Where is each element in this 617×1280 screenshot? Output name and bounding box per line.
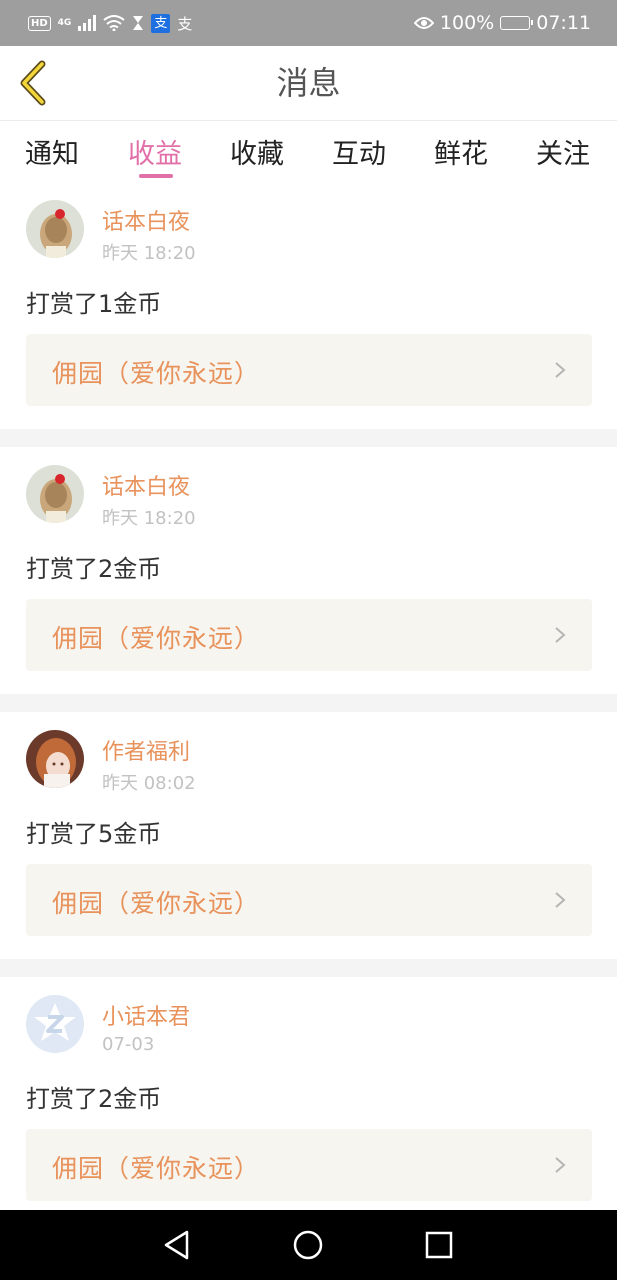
signal-icon <box>78 15 97 31</box>
chevron-right-icon <box>555 892 566 908</box>
battery-percent: 100% <box>439 12 495 34</box>
chevron-right-icon <box>555 627 566 643</box>
list-item: 小话本君 07-03 打赏了2金币 佣园（爱你永远） <box>0 977 617 1224</box>
message-text: 打赏了2金币 <box>26 555 162 583</box>
divider <box>0 429 617 447</box>
tab-bar: 通知 收益 收藏 互动 鲜花 关注 <box>0 122 617 182</box>
tab-interaction[interactable]: 互动 <box>332 132 386 171</box>
avatar[interactable] <box>26 995 84 1053</box>
z-logo-icon <box>26 995 84 1053</box>
username[interactable]: 作者福利 <box>102 734 190 766</box>
header: 消息 <box>0 46 617 121</box>
chevron-right-icon <box>555 362 566 378</box>
timestamp: 昨天 18:20 <box>102 508 196 529</box>
tab-flowers[interactable]: 鲜花 <box>434 132 488 171</box>
book-link[interactable]: 佣园（爱你永远） <box>26 599 592 671</box>
book-link[interactable]: 佣园（爱你永远） <box>26 864 592 936</box>
nav-home-icon[interactable] <box>291 1228 325 1262</box>
chevron-right-icon <box>555 1157 566 1173</box>
page-title: 消息 <box>276 64 341 102</box>
divider <box>0 694 617 712</box>
nav-recents-icon[interactable] <box>422 1228 456 1262</box>
system-nav-bar <box>0 1210 617 1280</box>
book-title: 佣园（爱你永远） <box>52 624 261 653</box>
hourglass-icon <box>133 16 144 30</box>
book-link[interactable]: 佣园（爱你永远） <box>26 1129 592 1201</box>
tab-notice[interactable]: 通知 <box>25 132 79 171</box>
divider <box>0 959 617 977</box>
timestamp: 07-03 <box>102 1034 155 1055</box>
message-text: 打赏了2金币 <box>26 1085 162 1113</box>
tab-favorites[interactable]: 收藏 <box>230 132 284 171</box>
active-tab-indicator <box>139 174 173 178</box>
anime-girl-icon <box>26 730 84 788</box>
avatar[interactable] <box>26 730 84 788</box>
message-list: 话本白夜 昨天 18:20 打赏了1金币 佣园（爱你永远） 话本白夜 昨天 18… <box>0 182 617 1224</box>
tab-follow[interactable]: 关注 <box>536 132 590 171</box>
girl-back-icon <box>26 465 84 523</box>
book-link[interactable]: 佣园（爱你永远） <box>26 334 592 406</box>
tab-earnings[interactable]: 收益 <box>128 132 182 171</box>
username[interactable]: 话本白夜 <box>102 204 190 236</box>
timestamp: 昨天 08:02 <box>102 773 196 794</box>
username[interactable]: 话本白夜 <box>102 469 190 501</box>
eye-icon <box>413 17 434 29</box>
hd-icon: HD <box>28 15 51 31</box>
book-title: 佣园（爱你永远） <box>52 889 261 918</box>
timestamp: 昨天 18:20 <box>102 243 196 264</box>
alipay-outline-icon: 支 <box>177 14 193 33</box>
status-bar: HD 4G 支 支 100% 07:11 <box>0 0 617 46</box>
signal-type: 4G <box>57 18 72 28</box>
list-item: 作者福利 昨天 08:02 打赏了5金币 佣园（爱你永远） <box>0 712 617 959</box>
list-item: 话本白夜 昨天 18:20 打赏了1金币 佣园（爱你永远） <box>0 182 617 429</box>
message-text: 打赏了1金币 <box>26 290 162 318</box>
clock: 07:11 <box>536 12 591 34</box>
girl-back-icon <box>26 200 84 258</box>
alipay-icon: 支 <box>151 13 171 33</box>
list-item: 话本白夜 昨天 18:20 打赏了2金币 佣园（爱你永远） <box>0 447 617 694</box>
nav-back-icon[interactable] <box>160 1228 194 1262</box>
book-title: 佣园（爱你永远） <box>52 359 261 388</box>
message-text: 打赏了5金币 <box>26 820 162 848</box>
avatar[interactable] <box>26 200 84 258</box>
username[interactable]: 小话本君 <box>102 999 190 1031</box>
avatar[interactable] <box>26 465 84 523</box>
wifi-icon <box>103 15 125 31</box>
book-title: 佣园（爱你永远） <box>52 1154 261 1183</box>
battery-icon <box>500 16 534 30</box>
